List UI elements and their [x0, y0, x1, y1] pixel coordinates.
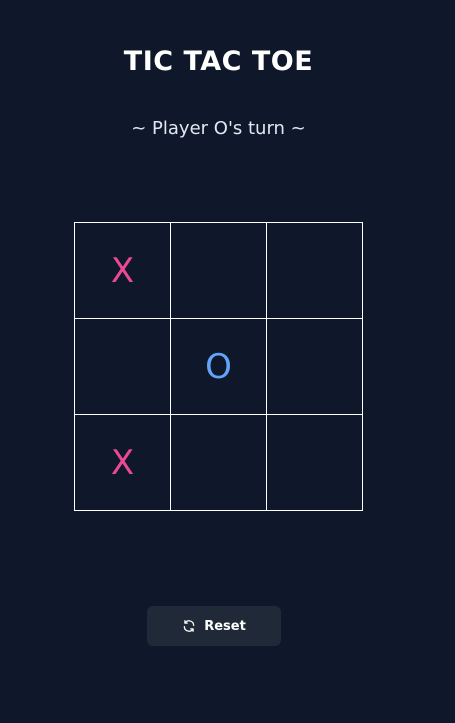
game-page: TIC TAC TOE ~ Player O's turn ~ X O X Re… [0, 0, 455, 723]
board-cell-2[interactable] [266, 222, 363, 319]
board-cell-8[interactable] [266, 414, 363, 511]
board-cell-0[interactable]: X [74, 222, 171, 319]
board-cell-7[interactable] [170, 414, 267, 511]
game-title: TIC TAC TOE [123, 46, 314, 77]
reset-label: Reset [204, 618, 246, 634]
reset-button[interactable]: Reset [147, 606, 281, 646]
game-board: X O X [74, 222, 363, 511]
board-cell-1[interactable] [170, 222, 267, 319]
board-cell-6[interactable]: X [74, 414, 171, 511]
board-cell-3[interactable] [74, 318, 171, 415]
refresh-icon [182, 619, 196, 633]
board-cell-4[interactable]: O [170, 318, 267, 415]
board-cell-5[interactable] [266, 318, 363, 415]
turn-status: ~ Player O's turn ~ [131, 118, 306, 139]
